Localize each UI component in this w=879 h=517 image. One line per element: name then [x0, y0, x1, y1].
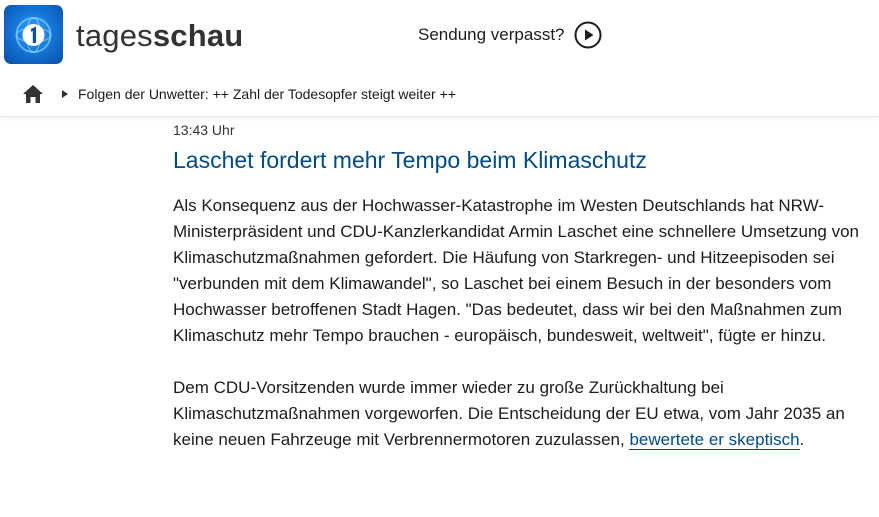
brand-part1: tages [76, 18, 153, 53]
article-paragraph-2: Dem CDU-Vorsitzenden wurde immer wieder … [173, 375, 863, 453]
missed-show-label: Sendung verpasst? [418, 25, 565, 44]
breadcrumb: Folgen der Unwetter: ++ Zahl der Todesop… [0, 72, 879, 117]
chevron-right-icon [62, 90, 68, 98]
site-header: tagesschau Sendung verpasst? [0, 0, 879, 72]
ard-one-logo-icon[interactable] [4, 5, 63, 64]
missed-show-button[interactable]: Sendung verpasst? [418, 21, 602, 49]
skeptisch-link[interactable]: bewertete er skeptisch [629, 430, 800, 450]
paragraph-2-end: . [799, 430, 805, 449]
entry-headline: Laschet fordert mehr Tempo beim Klimasch… [173, 147, 647, 173]
article-paragraph-1: Als Konsequenz aus der Hochwasser-Katast… [173, 196, 860, 345]
play-circle-icon [574, 21, 602, 49]
breadcrumb-link-unwetter[interactable]: Folgen der Unwetter: ++ Zahl der Todesop… [78, 84, 456, 104]
home-icon[interactable] [22, 84, 44, 104]
brand-wordmark[interactable]: tagesschau [76, 14, 243, 58]
article-entry: 13:43 Uhr Laschet fordert mehr Tempo bei… [173, 121, 863, 453]
brand-part2: schau [152, 18, 244, 53]
entry-time: 13:43 Uhr [173, 122, 235, 138]
